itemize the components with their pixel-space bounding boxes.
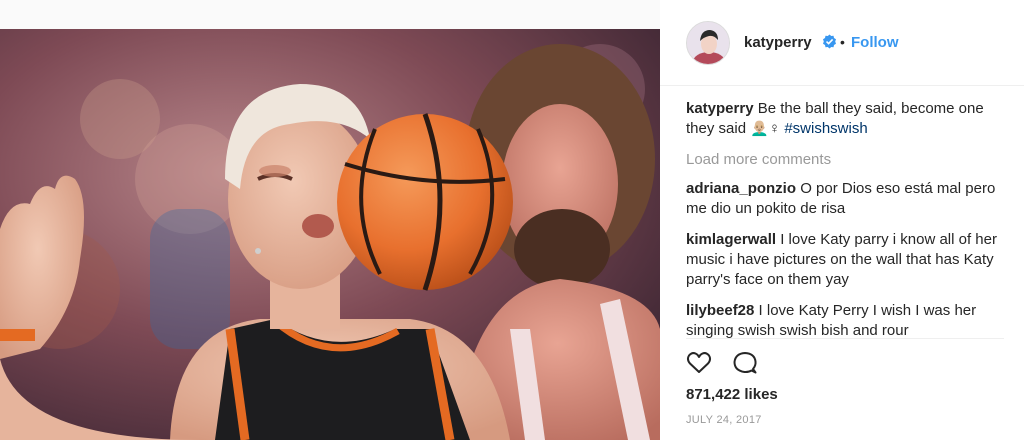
post-image-area <box>0 0 660 440</box>
avatar[interactable] <box>686 21 730 65</box>
post-side-panel: katyperry • Follow katyperry Be the ball… <box>660 0 1024 440</box>
avatar-image <box>687 22 729 64</box>
caption: katyperry Be the ball they said, become … <box>686 99 1004 139</box>
load-more-comments-button[interactable]: Load more comments <box>686 150 1004 170</box>
comment-author[interactable]: lilybeef28 <box>686 302 754 319</box>
post-photo-illustration <box>0 29 660 440</box>
comment-item: lilybeef28 I love Katy Perry I wish I wa… <box>686 301 1004 341</box>
image-top-margin <box>0 0 660 29</box>
post-date[interactable]: JULY 24, 2017 <box>686 414 762 426</box>
header-separator: • <box>840 34 845 50</box>
comment-author[interactable]: adriana_ponzio <box>686 180 796 197</box>
post-author-username[interactable]: katyperry <box>744 34 812 51</box>
comment-item: kimlagerwall I love Katy parry i know al… <box>686 230 1004 290</box>
verified-badge-icon <box>822 34 837 49</box>
comment-author[interactable]: kimlagerwall <box>686 231 776 248</box>
post-header: katyperry • Follow <box>660 0 1024 86</box>
likes-count[interactable]: 871,422 likes <box>686 386 778 403</box>
follow-button[interactable]: Follow <box>851 34 899 51</box>
actions-divider <box>686 338 1004 339</box>
post-photo[interactable] <box>0 29 660 440</box>
comment-list: katyperry Be the ball they said, become … <box>686 99 1004 352</box>
heart-icon[interactable] <box>686 350 712 376</box>
comment-item: adriana_ponzio O por Dios eso está mal p… <box>686 179 1004 219</box>
caption-author[interactable]: katyperry <box>686 100 754 117</box>
comment-bubble-icon[interactable] <box>732 350 758 376</box>
caption-hashtag[interactable]: #swishswish <box>784 120 867 137</box>
